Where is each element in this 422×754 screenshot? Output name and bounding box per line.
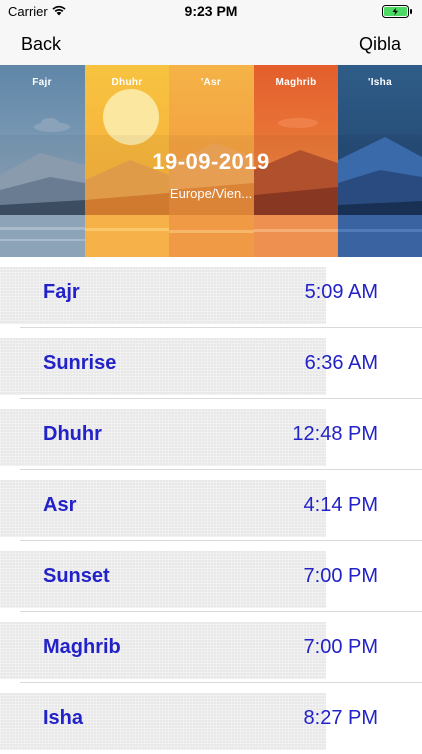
prayer-name: Isha bbox=[43, 707, 84, 729]
banner-label-fajr: Fajr bbox=[32, 77, 52, 88]
prayer-name: Asr bbox=[43, 494, 77, 516]
prayer-name: Sunset bbox=[43, 565, 110, 587]
back-button[interactable]: Back bbox=[21, 34, 61, 55]
prayer-time: 7:00 PM bbox=[303, 565, 378, 587]
prayer-row-sunrise[interactable]: Sunrise 6:36 AM bbox=[0, 328, 422, 399]
prayer-row-isha[interactable]: Isha 8:27 PM bbox=[0, 683, 422, 754]
prayer-row-maghrib[interactable]: Maghrib 7:00 PM bbox=[0, 612, 422, 683]
prayer-time: 8:27 PM bbox=[303, 707, 378, 729]
prayer-row-fajr[interactable]: Fajr 5:09 AM bbox=[0, 257, 422, 328]
qibla-button[interactable]: Qibla bbox=[359, 34, 401, 55]
timezone-label: Europe/Vien... bbox=[169, 186, 253, 201]
banner-label-dhuhr: Dhuhr bbox=[111, 77, 143, 88]
prayer-time: 6:36 AM bbox=[304, 352, 378, 374]
banner-label-maghrib: Maghrib bbox=[275, 77, 317, 88]
banner-label-asr: 'Asr bbox=[200, 77, 222, 88]
battery-charging-icon bbox=[382, 5, 414, 23]
prayer-time: 12:48 PM bbox=[292, 423, 378, 445]
prayer-banner: Fajr Dhuhr 'Asr Maghrib 'Isha 19-09-2019… bbox=[0, 65, 422, 257]
navigation-bar: Back Qibla bbox=[0, 22, 422, 65]
prayer-name: Sunrise bbox=[43, 352, 117, 374]
prayer-name: Fajr bbox=[43, 281, 80, 303]
prayer-row-dhuhr[interactable]: Dhuhr 12:48 PM bbox=[0, 399, 422, 470]
prayer-row-sunset[interactable]: Sunset 7:00 PM bbox=[0, 541, 422, 612]
prayer-time: 5:09 AM bbox=[304, 281, 378, 303]
prayer-name: Maghrib bbox=[43, 636, 121, 658]
banner-label-isha: 'Isha bbox=[368, 77, 392, 88]
prayer-time: 7:00 PM bbox=[303, 636, 378, 658]
prayer-name: Dhuhr bbox=[43, 423, 102, 445]
prayer-time: 4:14 PM bbox=[303, 494, 378, 516]
clock: 9:23 PM bbox=[184, 3, 238, 19]
status-bar: Carrier 9:23 PM bbox=[0, 0, 422, 22]
date-title: 19-09-2019 bbox=[152, 149, 270, 174]
prayer-row-asr[interactable]: Asr 4:14 PM bbox=[0, 470, 422, 541]
